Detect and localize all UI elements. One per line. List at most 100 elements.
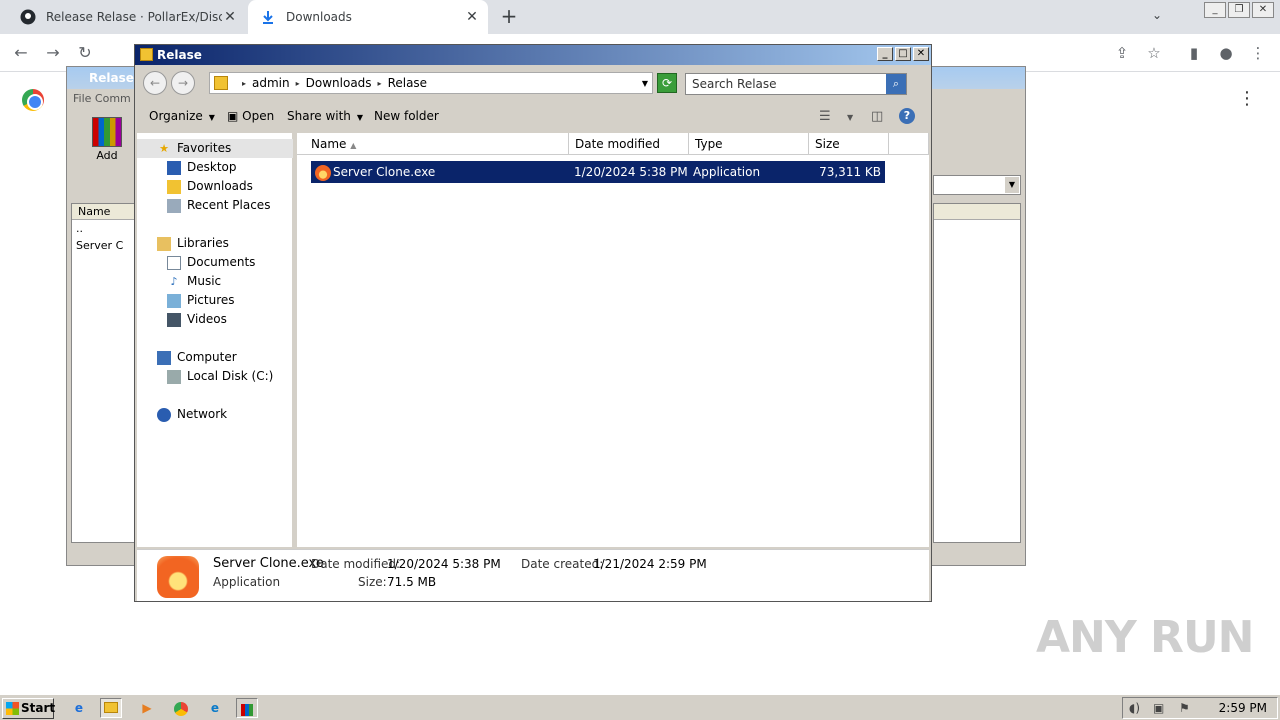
libraries-icon bbox=[157, 236, 171, 251]
nav-downloads[interactable]: Downloads bbox=[137, 177, 253, 196]
file-row[interactable]: Server Clone.exe 1/20/2024 5:38 PM Appli… bbox=[311, 161, 885, 183]
nav-desktop[interactable]: Desktop bbox=[137, 158, 237, 177]
details-filename: Server Clone.exe bbox=[213, 556, 324, 571]
chrome-taskbar-icon[interactable] bbox=[170, 698, 192, 718]
chrome-menu-icon[interactable]: ⋮ bbox=[1248, 43, 1268, 63]
nav-videos[interactable]: Videos bbox=[137, 310, 227, 329]
chevron-down-icon[interactable]: ▼ bbox=[847, 113, 853, 122]
tab-github-release[interactable]: Release Relase · PollarEx/Discord-Se ✕ bbox=[8, 0, 246, 34]
nav-network[interactable]: Network bbox=[137, 405, 227, 424]
nav-music[interactable]: ♪ Music bbox=[137, 272, 221, 291]
column-header-date-modified[interactable]: Date modified bbox=[569, 133, 689, 155]
file-list[interactable]: Name ▲ Date modified Type Size Server Cl… bbox=[297, 133, 929, 547]
minimize-button[interactable]: _ bbox=[877, 47, 893, 61]
nav-favorites[interactable]: ★ Favorites bbox=[137, 139, 293, 158]
start-button[interactable]: Start bbox=[2, 698, 55, 719]
preview-pane-icon[interactable]: ◫ bbox=[871, 109, 883, 124]
share-with-button[interactable]: Share with ▼ bbox=[287, 109, 363, 123]
close-window-button[interactable]: ✕ bbox=[1252, 2, 1274, 18]
back-arrow-icon[interactable]: ← bbox=[10, 42, 32, 64]
file-type: Application bbox=[693, 165, 761, 179]
nav-label: Pictures bbox=[187, 293, 235, 307]
search-input[interactable]: Search Relase ⌕ bbox=[685, 73, 907, 95]
clock[interactable]: 2:59 PM bbox=[1219, 701, 1267, 715]
column-header-size[interactable]: Size bbox=[809, 133, 889, 155]
network-tray-icon[interactable]: ▣ bbox=[1153, 701, 1164, 715]
new-tab-button[interactable]: + bbox=[498, 6, 520, 28]
column-header-empty bbox=[889, 133, 929, 155]
winrar-path-dropdown[interactable]: ▼ bbox=[933, 175, 1021, 195]
anyrun-watermark: ANY RUN bbox=[1036, 612, 1254, 663]
search-placeholder: Search Relase bbox=[692, 77, 777, 91]
details-type: Application bbox=[213, 575, 281, 589]
list-item[interactable]: .. bbox=[72, 220, 136, 237]
nav-computer[interactable]: Computer bbox=[137, 348, 237, 367]
more-options-icon[interactable]: ⋮ bbox=[1238, 90, 1256, 108]
breadcrumb-downloads[interactable]: Downloads bbox=[306, 76, 372, 90]
chevron-right-icon[interactable]: ▸ bbox=[242, 79, 246, 88]
side-panel-icon[interactable]: ▮ bbox=[1184, 43, 1204, 63]
new-folder-button[interactable]: New folder bbox=[374, 109, 439, 123]
column-header-name[interactable]: Name ▲ bbox=[297, 133, 569, 155]
minimize-button[interactable]: _ bbox=[1204, 2, 1226, 18]
edge-icon[interactable]: e bbox=[204, 698, 226, 718]
media-player-icon[interactable]: ▶ bbox=[136, 698, 158, 718]
nav-local-disk[interactable]: Local Disk (C:) bbox=[137, 367, 273, 386]
organize-button[interactable]: Organize ▼ bbox=[149, 109, 215, 123]
winrar-menu[interactable]: File Comm bbox=[73, 92, 131, 105]
browser-tab-bar: Release Relase · PollarEx/Discord-Se ✕ D… bbox=[0, 0, 1280, 34]
folder-icon bbox=[140, 48, 153, 61]
chevron-right-icon[interactable]: ▸ bbox=[378, 79, 382, 88]
back-arrow-icon[interactable]: ← bbox=[143, 71, 167, 95]
share-with-label: Share with bbox=[287, 109, 351, 123]
winrar-books-icon bbox=[92, 117, 122, 147]
refresh-icon[interactable]: ⟳ bbox=[657, 73, 677, 93]
explorer-title-bar: Relase _ □ ✕ bbox=[135, 45, 931, 65]
volume-icon[interactable]: ◖) bbox=[1129, 701, 1140, 715]
nav-label: Desktop bbox=[187, 160, 237, 174]
explorer-taskbar-icon[interactable] bbox=[100, 698, 122, 718]
profile-avatar-icon[interactable]: ● bbox=[1216, 43, 1236, 63]
winrar-add-button[interactable]: Add bbox=[89, 117, 125, 167]
reload-icon[interactable]: ↻ bbox=[74, 42, 96, 64]
close-window-button[interactable]: ✕ bbox=[913, 47, 929, 61]
winrar-taskbar-icon[interactable] bbox=[236, 698, 258, 718]
restore-button[interactable]: ❐ bbox=[1228, 2, 1250, 18]
bookmark-star-icon[interactable]: ☆ bbox=[1144, 43, 1164, 63]
open-button[interactable]: ▣ Open bbox=[227, 109, 274, 123]
list-item[interactable]: Server C bbox=[72, 237, 136, 254]
close-tab-icon[interactable]: ✕ bbox=[222, 9, 238, 25]
address-bar[interactable]: ▸ admin ▸ Downloads ▸ Relase ▼ bbox=[209, 72, 653, 94]
pictures-icon bbox=[167, 293, 181, 308]
share-icon[interactable]: ⇪ bbox=[1112, 43, 1132, 63]
nav-recent-places[interactable]: Recent Places bbox=[137, 196, 270, 215]
nav-documents[interactable]: Documents bbox=[137, 253, 255, 272]
nav-label: Music bbox=[187, 274, 222, 288]
forward-arrow-icon[interactable]: → bbox=[42, 42, 64, 64]
internet-explorer-icon[interactable]: e bbox=[68, 698, 90, 718]
chevron-right-icon[interactable]: ▸ bbox=[296, 79, 300, 88]
breadcrumb-relase[interactable]: Relase bbox=[388, 76, 428, 90]
nav-label: Local Disk (C:) bbox=[187, 369, 274, 383]
nav-libraries[interactable]: Libraries bbox=[137, 234, 229, 253]
column-header-type[interactable]: Type bbox=[689, 133, 809, 155]
close-tab-icon[interactable]: ✕ bbox=[464, 9, 480, 25]
chevron-down-icon[interactable]: ▼ bbox=[642, 79, 648, 88]
star-icon: ★ bbox=[159, 142, 169, 155]
search-icon[interactable]: ⌕ bbox=[886, 74, 906, 94]
action-center-flag-icon[interactable]: ⚑ bbox=[1179, 701, 1190, 715]
maximize-button[interactable]: □ bbox=[895, 47, 911, 61]
winrar-file-list[interactable]: Name .. Server C bbox=[71, 203, 137, 543]
open-label: Open bbox=[242, 109, 275, 123]
chevron-down-icon[interactable]: ▼ bbox=[1005, 177, 1019, 193]
window-controls: _ □ ✕ bbox=[877, 47, 929, 61]
forward-arrow-icon[interactable]: → bbox=[171, 71, 195, 95]
folder-icon bbox=[214, 76, 228, 90]
list-header[interactable]: Name bbox=[72, 204, 136, 220]
nav-pictures[interactable]: Pictures bbox=[137, 291, 235, 310]
help-icon[interactable]: ? bbox=[899, 108, 915, 124]
breadcrumb-admin[interactable]: admin bbox=[252, 76, 290, 90]
tab-search-chevron-icon[interactable]: ⌄ bbox=[1152, 8, 1162, 22]
tab-downloads[interactable]: Downloads ✕ bbox=[248, 0, 488, 34]
view-options-icon[interactable]: ☰ bbox=[819, 109, 831, 124]
